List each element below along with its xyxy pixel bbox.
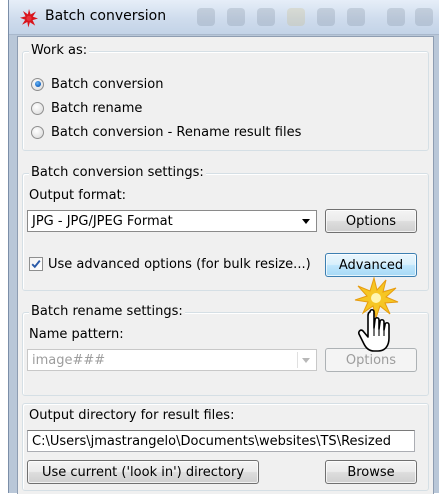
- radio-button-icon: [31, 101, 44, 115]
- rename-settings-label: Batch rename settings:: [29, 304, 185, 319]
- output-directory-value: C:\Users\jmastrangelo\Documents\websites…: [32, 434, 391, 449]
- advanced-options-label: Use advanced options (for bulk resize...…: [48, 256, 311, 272]
- checkmark-icon: [31, 260, 41, 269]
- chevron-down-icon: [302, 358, 310, 363]
- radio-batch-conversion-label: Batch conversion: [51, 76, 164, 92]
- name-pattern-label: Name pattern:: [29, 327, 124, 342]
- work-as-group: Work as: Batch conversion Batch rename B…: [22, 43, 429, 151]
- dialog-body: Work as: Batch conversion Batch rename B…: [17, 36, 434, 494]
- radio-conversion-rename-label: Batch conversion - Rename result files: [51, 124, 302, 140]
- combo-separator: [297, 352, 298, 368]
- chevron-down-icon: [302, 219, 310, 224]
- name-pattern-value: image###: [32, 353, 106, 368]
- screenshot-frame: Batch conversion Work as: Batch conversi…: [0, 0, 439, 494]
- batch-conversion-window: Batch conversion Work as: Batch conversi…: [8, 0, 439, 494]
- browse-button[interactable]: Browse: [325, 460, 417, 484]
- advanced-options-checkbox[interactable]: [29, 257, 43, 271]
- name-pattern-select[interactable]: image###: [27, 349, 317, 371]
- output-directory-input[interactable]: C:\Users\jmastrangelo\Documents\websites…: [27, 430, 415, 452]
- title-bar[interactable]: Batch conversion: [9, 0, 439, 35]
- window-title: Batch conversion: [45, 8, 167, 24]
- conversion-settings-group: Batch conversion settings: Output format…: [22, 165, 429, 291]
- radio-button-icon: [31, 77, 44, 91]
- radio-batch-rename-label: Batch rename: [51, 100, 143, 116]
- app-splash-icon: [20, 9, 38, 28]
- output-format-value: JPG - JPG/JPEG Format: [32, 214, 173, 229]
- background-toolbar: [197, 6, 437, 30]
- radio-button-icon: [31, 125, 44, 139]
- output-directory-group: Output directory for result files: C:\Us…: [22, 403, 429, 491]
- rename-settings-group: Batch rename settings: Name pattern: ima…: [22, 304, 429, 396]
- format-options-button[interactable]: Options: [325, 209, 417, 233]
- advanced-button[interactable]: Advanced: [325, 253, 417, 277]
- output-format-select[interactable]: JPG - JPG/JPEG Format: [27, 210, 317, 232]
- output-format-label: Output format:: [29, 188, 127, 203]
- work-as-label: Work as:: [29, 43, 90, 58]
- advanced-options-checkbox-row[interactable]: Use advanced options (for bulk resize...…: [29, 255, 311, 273]
- radio-batch-rename[interactable]: Batch rename: [31, 99, 142, 117]
- radio-conversion-rename[interactable]: Batch conversion - Rename result files: [31, 123, 301, 141]
- rename-options-button[interactable]: Options: [325, 348, 417, 372]
- radio-batch-conversion[interactable]: Batch conversion: [31, 75, 163, 93]
- output-directory-label: Output directory for result files:: [29, 408, 235, 423]
- conversion-settings-label: Batch conversion settings:: [29, 165, 206, 180]
- use-current-directory-button[interactable]: Use current ('look in') directory: [27, 460, 259, 484]
